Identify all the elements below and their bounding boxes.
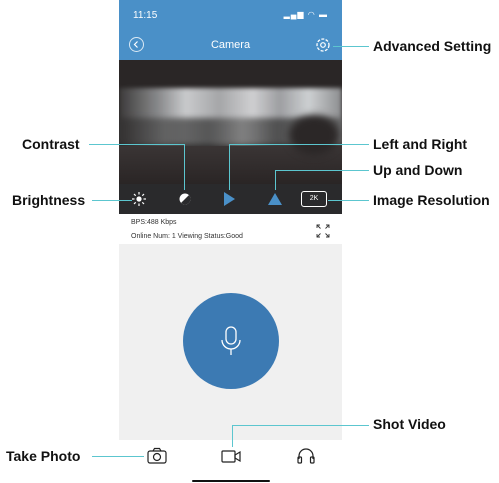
brightness-button[interactable] <box>129 189 149 209</box>
callout-left-and-right: Left and Right <box>373 136 468 152</box>
video-frame-object <box>289 115 339 155</box>
callout-advanced-setting: Advanced Setting <box>373 38 492 54</box>
headphones-icon <box>297 448 315 464</box>
fullscreen-button[interactable] <box>315 223 331 239</box>
push-to-talk-button[interactable] <box>183 293 279 389</box>
status-bar: 11:15 ▂▄▆ ◠ ▬ <box>119 0 342 30</box>
callout-shot-video: Shot Video <box>373 416 446 432</box>
page-title: Camera <box>210 39 251 51</box>
callout-contrast: Contrast <box>22 136 80 152</box>
callout-brightness: Brightness <box>12 192 86 208</box>
image-resolution-button[interactable]: 2K <box>301 191 327 207</box>
gear-icon <box>316 38 330 52</box>
callout-image-resolution: Image Resolution <box>373 192 490 208</box>
home-indicator <box>192 480 270 482</box>
video-controls-bar: 2K <box>119 184 342 214</box>
shot-video-leader-h <box>232 425 369 426</box>
image-resolution-leader <box>328 200 369 201</box>
contrast-leader-v <box>184 144 185 190</box>
video-camera-icon <box>221 450 241 463</box>
advanced-setting-leader <box>333 46 369 47</box>
contrast-leader-h <box>89 144 184 145</box>
shot-video-button[interactable] <box>220 445 242 467</box>
callout-take-photo: Take Photo <box>6 448 81 464</box>
up-down-leader-h <box>275 170 369 171</box>
status-icons: ▂▄▆ ◠ ▬ <box>283 10 328 19</box>
bps-text: BPS:488 Kbps <box>131 219 177 226</box>
up-down-leader-v <box>275 170 276 190</box>
up-down-flip-icon <box>268 193 282 205</box>
nav-bar: Camera <box>119 30 342 60</box>
status-time: 11:15 <box>133 10 158 21</box>
brightness-leader <box>92 200 132 201</box>
talk-area <box>119 244 342 440</box>
left-right-flip-icon <box>224 192 235 206</box>
callout-up-and-down: Up and Down <box>373 162 463 178</box>
advanced-setting-button[interactable] <box>314 36 332 54</box>
up-down-flip-button[interactable] <box>265 189 285 209</box>
bottom-action-bar <box>119 440 342 483</box>
camera-icon <box>147 447 167 464</box>
contrast-icon <box>179 193 191 205</box>
contrast-button[interactable] <box>175 189 195 209</box>
brightness-icon <box>132 192 146 206</box>
shot-video-leader-v <box>232 425 233 447</box>
camera-video-feed[interactable] <box>119 60 342 184</box>
listen-button[interactable] <box>295 445 317 467</box>
viewing-status-text: Online Num: 1 Viewing Status:Good <box>131 233 243 240</box>
phone-screen: 11:15 ▂▄▆ ◠ ▬ Camera 2K BPS:488 Kbps Onl… <box>119 0 342 483</box>
take-photo-button[interactable] <box>146 445 168 467</box>
left-right-flip-button[interactable] <box>219 189 239 209</box>
microphone-icon <box>221 326 241 355</box>
stream-info: BPS:488 Kbps Online Num: 1 Viewing Statu… <box>119 214 342 244</box>
fullscreen-icon <box>316 224 330 238</box>
left-right-leader-h <box>229 144 369 145</box>
take-photo-leader <box>92 456 144 457</box>
left-right-leader-v <box>229 144 230 190</box>
